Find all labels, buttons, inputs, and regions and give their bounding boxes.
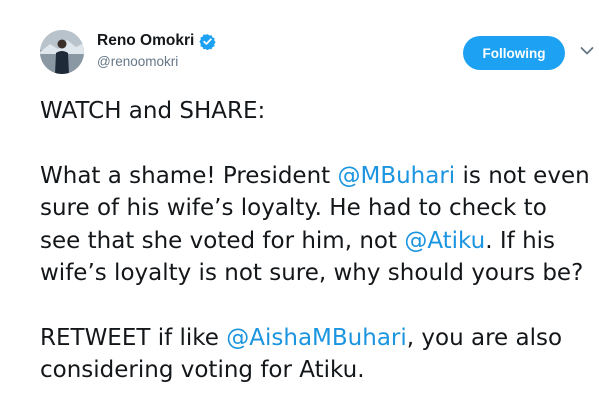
following-button[interactable]: Following (463, 36, 565, 70)
tweet-card: Reno Omokri @renoomokri Following WATCH … (0, 0, 599, 410)
tweet-text-segment: What a shame! President (40, 162, 338, 189)
tweet-text-segment: RETWEET if like (40, 324, 227, 351)
chevron-down-icon[interactable] (580, 46, 594, 56)
verified-badge-icon (199, 33, 216, 50)
mention-link-mbuhari[interactable]: @MBuhari (337, 163, 455, 189)
tweet-paragraph-1: WATCH and SHARE: (40, 98, 266, 124)
mention-link-atiku[interactable]: @Atiku (404, 228, 485, 254)
tweet-text: WATCH and SHARE: What a shame! President… (40, 95, 592, 387)
tweet-paragraph-2: What a shame! President @MBuhari is not … (40, 160, 592, 290)
tweet-paragraph-3: RETWEET if like @AishaMBuhari, you are a… (40, 322, 592, 387)
mention-link-aishambuhari[interactable]: @AishaMBuhari (226, 325, 407, 351)
author-handle[interactable]: @renoomokri (97, 54, 178, 69)
author-row: Reno Omokri (97, 32, 216, 50)
avatar[interactable] (40, 30, 84, 74)
author-display-name[interactable]: Reno Omokri (97, 32, 194, 50)
